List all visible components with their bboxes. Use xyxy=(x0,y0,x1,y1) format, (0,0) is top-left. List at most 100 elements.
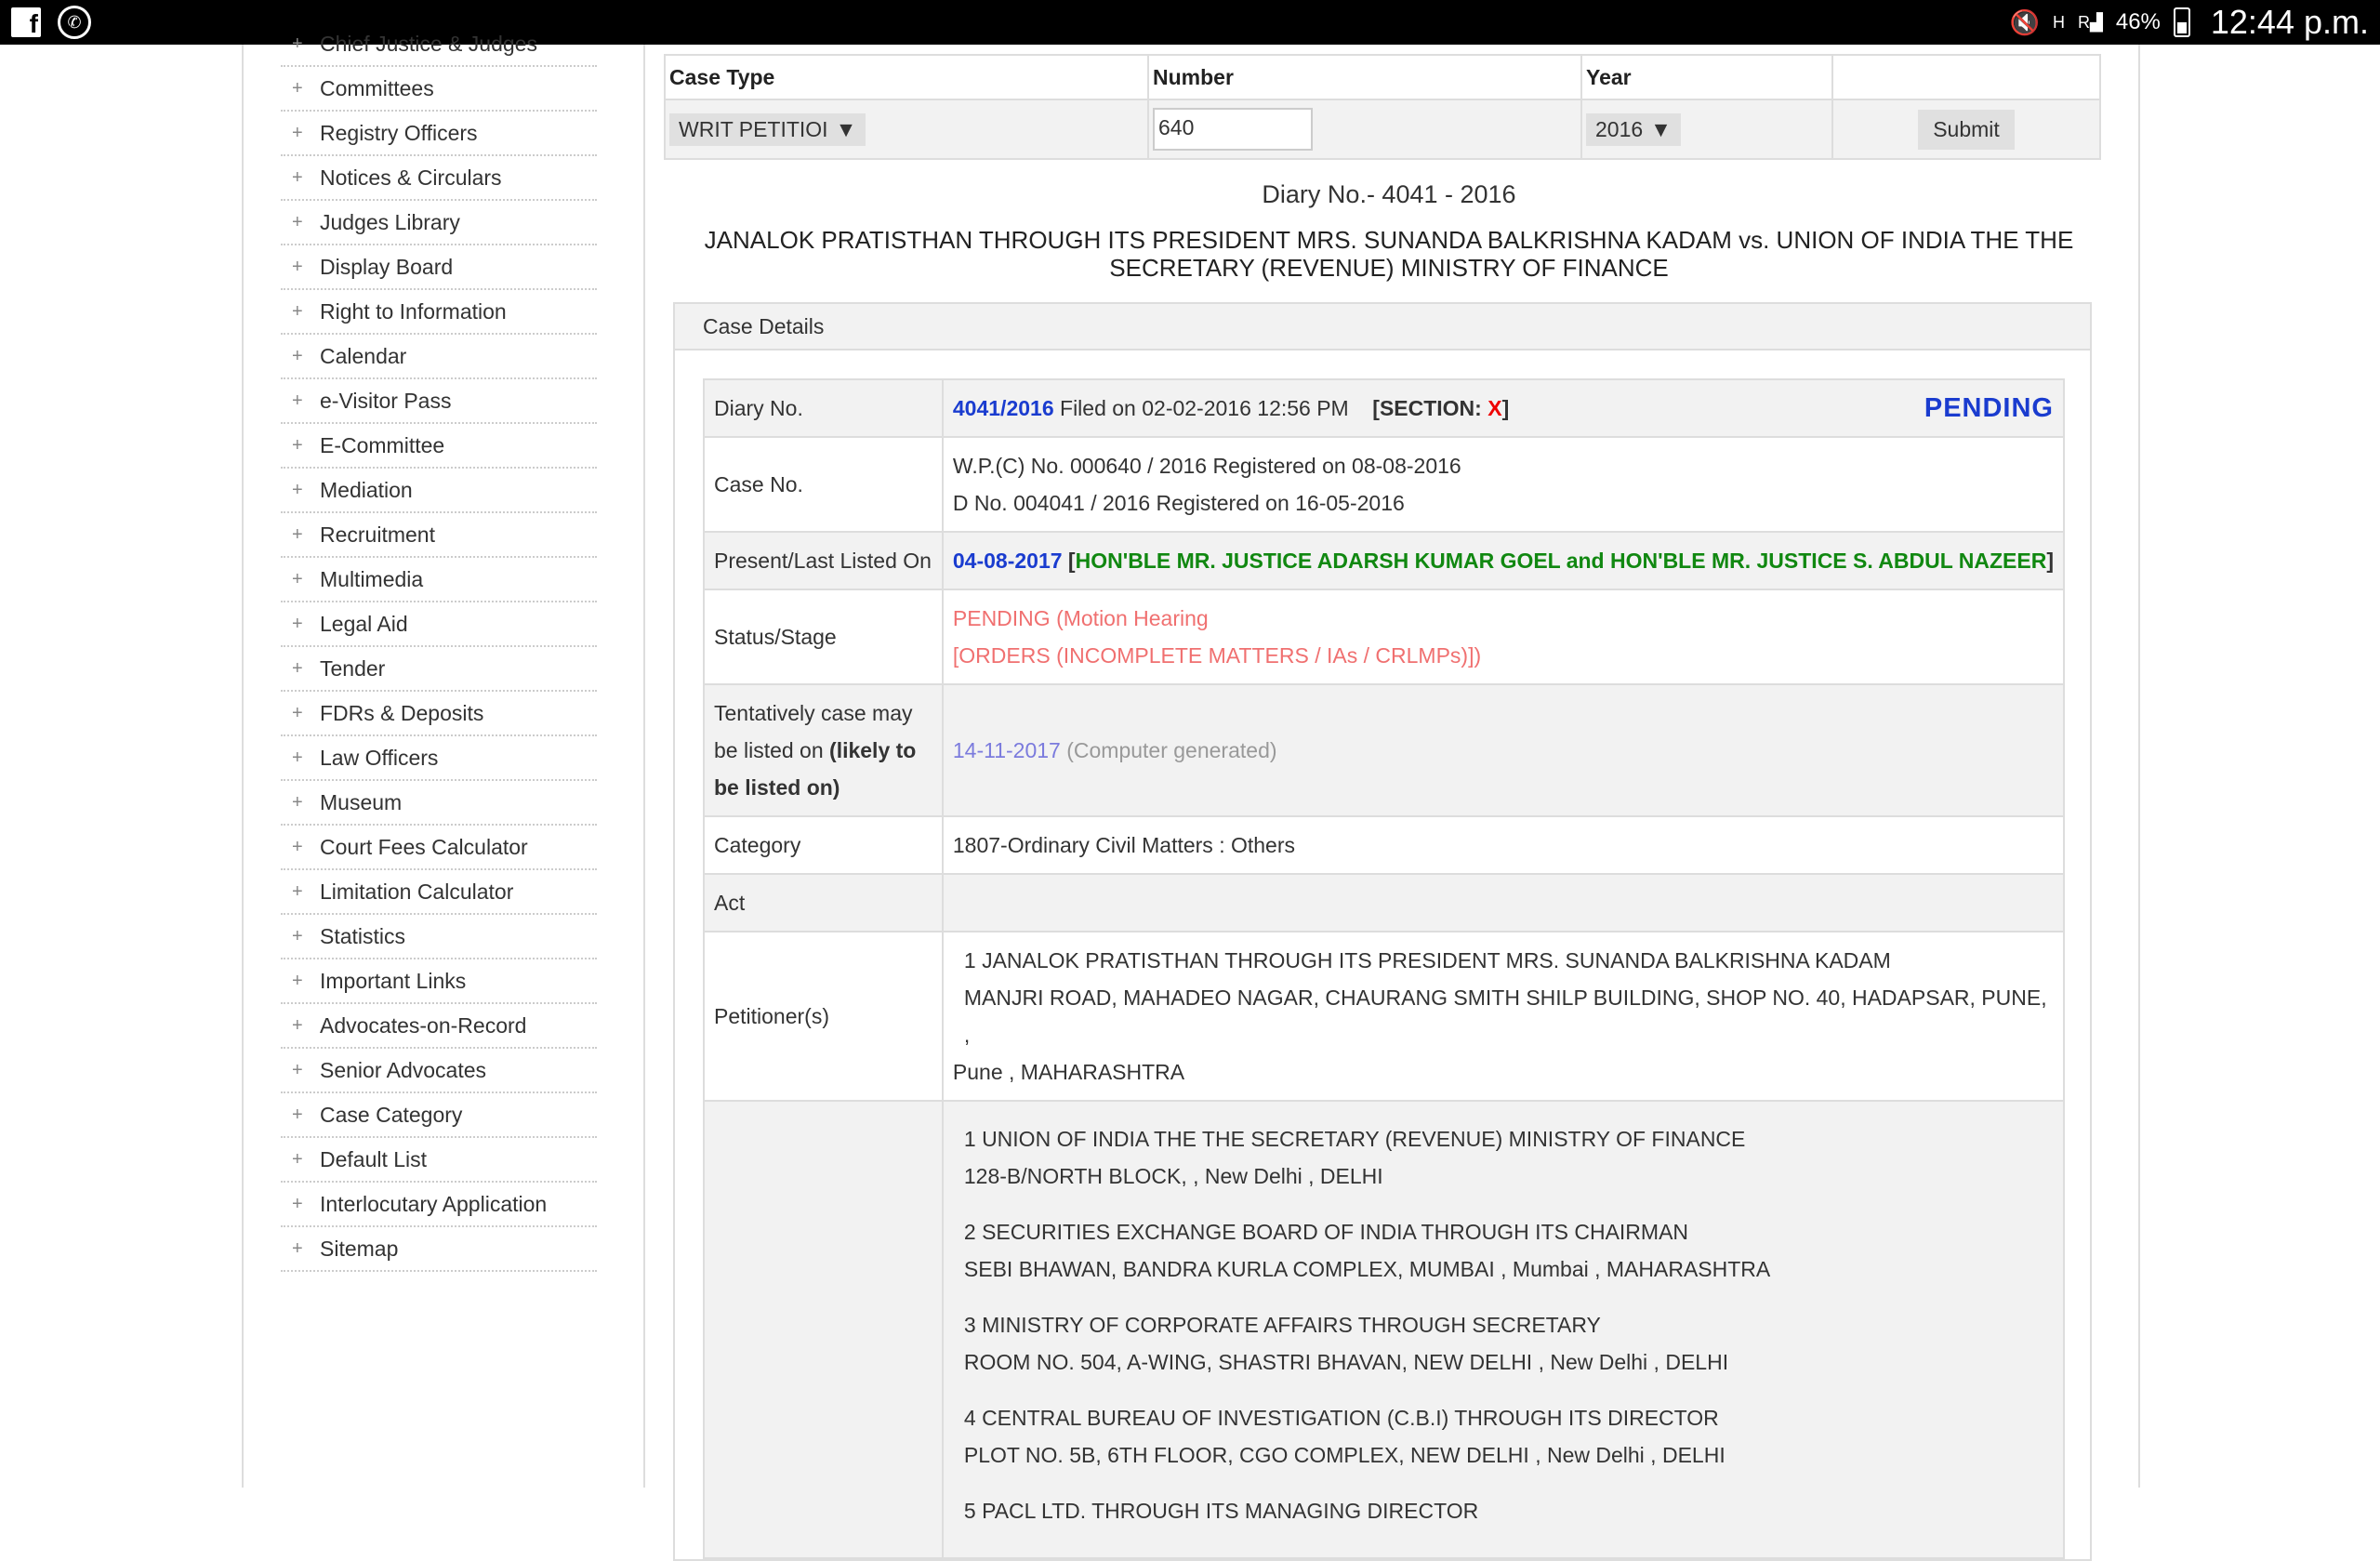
plus-icon: + xyxy=(292,345,303,366)
sidebar-item-legal-aid[interactable]: + Legal Aid xyxy=(281,602,597,647)
respondent-address: SEBI BHAWAN, BANDRA KURLA COMPLEX, MUMBA… xyxy=(963,1257,1771,1281)
case-type-select[interactable]: WRIT PETITIOI ▼ xyxy=(669,112,866,146)
tentative-value: 14-11-2017 (Computer generated) xyxy=(941,683,2066,817)
sidebar-item-label: Multimedia xyxy=(320,566,424,591)
sidebar-item-statistics[interactable]: + Statistics xyxy=(281,915,597,959)
diary-heading: Diary No.- 4041 - 2016 xyxy=(1262,180,1516,208)
respondent-name: 3 MINISTRY OF CORPORATE AFFAIRS THROUGH … xyxy=(963,1313,1601,1337)
sidebar-item-label: Right to Information xyxy=(320,298,507,324)
sidebar-item-label: Registry Officers xyxy=(320,120,478,145)
plus-icon: + xyxy=(292,970,303,991)
sidebar-item-label: Display Board xyxy=(320,254,454,279)
sidebar-item-label: Notices & Circulars xyxy=(320,165,502,190)
plus-icon: + xyxy=(292,568,303,589)
sidebar-item-default-list[interactable]: + Default List xyxy=(281,1138,597,1183)
number-header: Number xyxy=(1147,54,1582,100)
submit-button[interactable]: Submit xyxy=(1918,109,2015,150)
case-no-value: W.P.(C) No. 000640 / 2016 Registered on … xyxy=(941,436,2066,533)
act-value xyxy=(941,873,2066,933)
empty-header xyxy=(1831,54,2101,100)
plus-icon: + xyxy=(292,1104,303,1125)
category-label: Category xyxy=(703,815,944,875)
table-row: Case No. W.P.(C) No. 000640 / 2016 Regis… xyxy=(703,436,2066,533)
sidebar-item-label: Calendar xyxy=(320,343,407,368)
sidebar-item-label: Law Officers xyxy=(320,745,439,770)
sidebar-item-important-links[interactable]: + Important Links xyxy=(281,959,597,1004)
sidebar-item-multimedia[interactable]: + Multimedia xyxy=(281,558,597,602)
table-row: Petitioner(s) 1 JANALOK PRATISTHAN THROU… xyxy=(703,931,2066,1102)
respondent-label xyxy=(703,1100,944,1559)
sidebar-item-chief-justice-judges[interactable]: + Chief Justice & Judges xyxy=(281,22,597,67)
sidebar-item-court-fees-calculator[interactable]: + Court Fees Calculator xyxy=(281,826,597,870)
section-value: X xyxy=(1488,396,1502,420)
sidebar-item-label: Museum xyxy=(320,789,403,814)
sidebar-item-e-visitor-pass[interactable]: + e-Visitor Pass xyxy=(281,379,597,424)
sidebar-item-interlocutary-application[interactable]: + Interlocutary Application xyxy=(281,1183,597,1227)
sidebar-item-registry-officers[interactable]: + Registry Officers xyxy=(281,112,597,156)
plus-icon: + xyxy=(292,523,303,545)
year-header: Year xyxy=(1580,54,1833,100)
table-row: Category 1807-Ordinary Civil Matters : O… xyxy=(703,815,2066,875)
main-content: Case Type Number Year WRIT PETITIOI ▼ 64… xyxy=(664,54,2114,1561)
plus-icon: + xyxy=(292,1237,303,1259)
sidebar-item-label: Statistics xyxy=(320,923,406,948)
sidebar-item-recruitment[interactable]: + Recruitment xyxy=(281,513,597,558)
case-number-input[interactable]: 640 xyxy=(1153,108,1313,151)
respondent-name: 4 CENTRAL BUREAU OF INVESTIGATION (C.B.I… xyxy=(963,1406,1719,1430)
respondent-name: 5 PACL LTD. THROUGH ITS MANAGING DIRECTO… xyxy=(963,1499,1479,1523)
plus-icon: + xyxy=(292,1148,303,1170)
sidebar-item-senior-advocates[interactable]: + Senior Advocates xyxy=(281,1049,597,1093)
petitioner-value: 1 JANALOK PRATISTHAN THROUGH ITS PRESIDE… xyxy=(941,931,2066,1102)
sidebar-item-case-category[interactable]: + Case Category xyxy=(281,1093,597,1138)
dropdown-arrow-icon: ▼ xyxy=(835,116,857,141)
respondent-address: ROOM NO. 504, A-WING, SHASTRI BHAVAN, NE… xyxy=(963,1350,1729,1374)
plus-icon: + xyxy=(292,166,303,188)
bench-names: HON'BLE MR. JUSTICE ADARSH KUMAR GOEL an… xyxy=(1075,549,2047,573)
respondent-value: 1 UNION OF INDIA THE THE SECRETARY (REVE… xyxy=(941,1100,2066,1559)
sidebar-item-committees[interactable]: + Committees xyxy=(281,67,597,112)
plus-icon: + xyxy=(292,702,303,723)
sidebar-item-advocates-on-record[interactable]: + Advocates-on-Record xyxy=(281,1004,597,1049)
category-value: 1807-Ordinary Civil Matters : Others xyxy=(941,815,2066,875)
diary-number: 4041/2016 xyxy=(952,396,1054,420)
sidebar-item-museum[interactable]: + Museum xyxy=(281,781,597,826)
sidebar-item-right-to-information[interactable]: + Right to Information xyxy=(281,290,597,335)
sidebar-item-label: Recruitment xyxy=(320,522,435,547)
sidebar-item-judges-library[interactable]: + Judges Library xyxy=(281,201,597,245)
sidebar-item-calendar[interactable]: + Calendar xyxy=(281,335,597,379)
sidebar-item-law-officers[interactable]: + Law Officers xyxy=(281,736,597,781)
listed-label: Present/Last Listed On xyxy=(703,531,944,590)
sidebar-item-label: Senior Advocates xyxy=(320,1057,487,1082)
year-select[interactable]: 2016 ▼ xyxy=(1586,112,1681,146)
sidebar-item-label: Chief Justice & Judges xyxy=(320,31,537,56)
sidebar-item-label: FDRs & Deposits xyxy=(320,700,484,725)
sidebar-item-label: Advocates-on-Record xyxy=(320,1012,527,1038)
list-item: 5 PACL LTD. THROUGH ITS MANAGING DIRECTO… xyxy=(953,1492,2054,1529)
panel-title: Case Details xyxy=(675,304,2090,351)
sidebar-item-sitemap[interactable]: + Sitemap xyxy=(281,1227,597,1272)
list-item: 1 UNION OF INDIA THE THE SECRETARY (REVE… xyxy=(953,1120,2054,1195)
sidebar-item-notices-circulars[interactable]: + Notices & Circulars xyxy=(281,156,597,201)
sidebar-item-label: Important Links xyxy=(320,968,467,993)
plus-icon: + xyxy=(292,657,303,679)
page-frame: + Chief Justice & Judges + Committees + Regis… xyxy=(242,32,2140,1561)
sidebar-item-e-committee[interactable]: + E-Committee xyxy=(281,424,597,469)
table-row: 1 UNION OF INDIA THE THE SECRETARY (REVE… xyxy=(703,1100,2066,1559)
table-row: Status/Stage PENDING (Motion Hearing [OR… xyxy=(703,589,2066,685)
sidebar-item-limitation-calculator[interactable]: + Limitation Calculator xyxy=(281,870,597,915)
plus-icon: + xyxy=(292,747,303,768)
plus-icon: + xyxy=(292,479,303,500)
sidebar-item-label: Case Category xyxy=(320,1102,463,1127)
case-search-form: Case Type Number Year WRIT PETITIOI ▼ 64… xyxy=(664,54,2101,160)
sidebar-item-label: Tender xyxy=(320,655,386,681)
list-item: 2 SECURITIES EXCHANGE BOARD OF INDIA THR… xyxy=(953,1213,2054,1288)
clock: 12:44 p.m. xyxy=(2210,3,2369,41)
sidebar-item-mediation[interactable]: + Mediation xyxy=(281,469,597,513)
sidebar-item-label: Legal Aid xyxy=(320,611,408,636)
sidebar-item-fdrs-deposits[interactable]: + FDRs & Deposits xyxy=(281,692,597,736)
plus-icon: + xyxy=(292,434,303,456)
respondent-address: PLOT NO. 5B, 6TH FLOOR, CGO COMPLEX, NEW… xyxy=(963,1443,1726,1467)
plus-icon: + xyxy=(292,925,303,946)
sidebar-item-display-board[interactable]: + Display Board xyxy=(281,245,597,290)
sidebar-item-tender[interactable]: + Tender xyxy=(281,647,597,692)
